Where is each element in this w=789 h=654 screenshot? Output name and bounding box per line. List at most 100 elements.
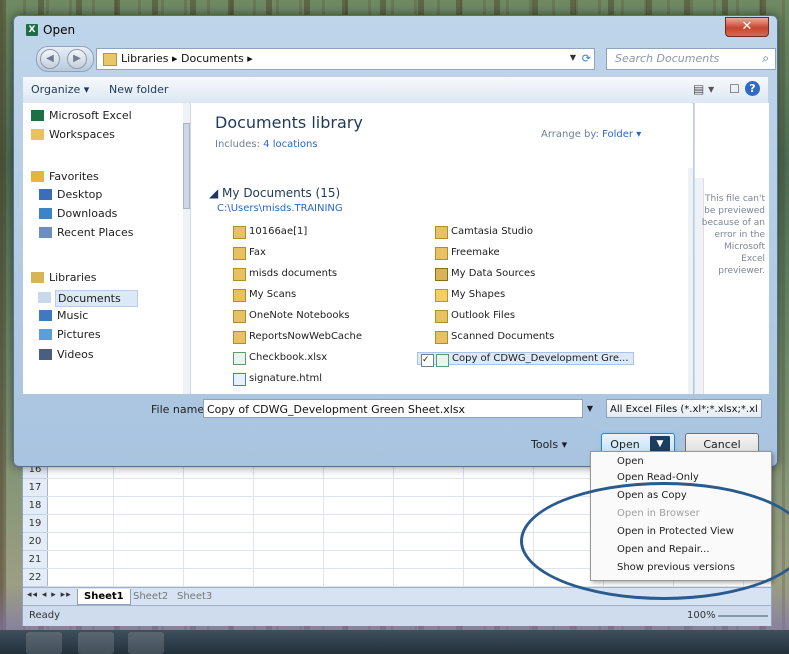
menu-item-open-as-copy[interactable]: Open as Copy bbox=[617, 490, 687, 501]
back-button[interactable]: ◀ bbox=[40, 49, 60, 69]
zoom-slider[interactable] bbox=[718, 615, 768, 617]
row-header[interactable]: 17 bbox=[23, 479, 48, 497]
open-dropdown-icon[interactable]: ▼ bbox=[650, 436, 670, 452]
file-name: My Scans bbox=[249, 289, 297, 300]
grid-line bbox=[113, 457, 114, 587]
help-icon[interactable]: ? bbox=[745, 81, 760, 96]
group-path: C:\Users\misds.TRAINING bbox=[217, 203, 343, 214]
file-item[interactable]: My Data Sources bbox=[435, 268, 535, 281]
file-item-selected[interactable]: ✓ Copy of CDWG_Development Gre... bbox=[417, 352, 634, 367]
nav-scroll-thumb[interactable] bbox=[183, 123, 190, 209]
nav-item-label: Libraries bbox=[49, 271, 97, 284]
row-header[interactable]: 19 bbox=[23, 515, 48, 533]
file-item[interactable]: My Scans bbox=[233, 289, 297, 302]
file-type-filter[interactable]: All Excel Files (*.xl*;*.xlsx;*.xl bbox=[606, 399, 762, 418]
checkbox-icon[interactable]: ✓ bbox=[421, 354, 434, 367]
address-dropdown-icon[interactable]: ▼ bbox=[570, 53, 576, 62]
organize-button[interactable]: Organize ▾ bbox=[31, 83, 89, 96]
file-item[interactable]: misds documents bbox=[233, 268, 338, 281]
views-icon[interactable]: ▤ ▾ bbox=[693, 82, 714, 96]
address-bar[interactable]: Libraries ▸ Documents ▸ ▼ ⟳ bbox=[96, 48, 595, 70]
file-item[interactable]: Freemake bbox=[435, 247, 500, 260]
nav-item-downloads[interactable]: Downloads bbox=[39, 207, 117, 220]
folder-icon bbox=[233, 310, 246, 323]
search-input[interactable]: Search Documents ⌕ bbox=[606, 48, 776, 70]
library-includes: Includes: 4 locations bbox=[215, 139, 318, 150]
search-icon[interactable]: ⌕ bbox=[762, 51, 769, 66]
file-item[interactable]: OneNote Notebooks bbox=[233, 310, 349, 323]
sheet-tab-3[interactable]: Sheet3 bbox=[171, 589, 218, 604]
address-path[interactable]: Libraries ▸ Documents ▸ bbox=[121, 52, 253, 65]
row-header[interactable]: 18 bbox=[23, 497, 48, 515]
group-header[interactable]: ◢ My Documents (15) bbox=[209, 186, 340, 200]
file-item[interactable]: Camtasia Studio bbox=[435, 226, 534, 239]
nav-item-pictures[interactable]: Pictures bbox=[39, 328, 101, 341]
folder-icon bbox=[233, 331, 246, 344]
file-item[interactable]: My Shapes bbox=[435, 289, 505, 302]
file-item[interactable]: signature.html bbox=[233, 373, 322, 386]
grid-line bbox=[183, 457, 184, 587]
downloads-icon bbox=[39, 208, 52, 219]
menu-item-open-read-only[interactable]: Open Read-Only bbox=[617, 472, 699, 483]
file-list-scrollbar[interactable] bbox=[688, 168, 693, 394]
nav-item-label: Pictures bbox=[57, 328, 101, 341]
nav-item-videos[interactable]: Videos bbox=[39, 348, 94, 361]
nav-item-label: Videos bbox=[57, 348, 94, 361]
nav-item-label: Desktop bbox=[57, 188, 103, 201]
file-item[interactable]: Scanned Documents bbox=[435, 331, 554, 344]
menu-item-open[interactable]: Open bbox=[617, 456, 644, 467]
status-ready: Ready bbox=[29, 610, 61, 621]
folder-icon bbox=[233, 268, 246, 281]
file-item[interactable]: ReportsNowWebCache bbox=[233, 331, 362, 344]
row-header[interactable]: 22 bbox=[23, 569, 48, 587]
tools-button[interactable]: Tools ▾ bbox=[531, 438, 567, 451]
row-header[interactable]: 20 bbox=[23, 533, 48, 551]
nav-item-recent-places[interactable]: Recent Places bbox=[39, 226, 134, 239]
menu-item-show-previous-versions[interactable]: Show previous versions bbox=[617, 562, 735, 573]
address-row: ◀ ▶ Libraries ▸ Documents ▸ ▼ ⟳ Search D… bbox=[36, 46, 776, 72]
refresh-icon[interactable]: ⟳ bbox=[582, 52, 591, 65]
taskbar-excel-button[interactable] bbox=[128, 632, 164, 654]
nav-item-favorites[interactable]: Favorites bbox=[31, 170, 99, 183]
nav-item-libraries[interactable]: Libraries bbox=[31, 271, 97, 284]
excel-status-bar: Ready 100% bbox=[23, 605, 771, 626]
folder-icon bbox=[31, 129, 44, 140]
taskbar-explorer-button[interactable] bbox=[26, 632, 62, 654]
forward-button[interactable]: ▶ bbox=[67, 49, 87, 69]
file-item[interactable]: Checkbook.xlsx bbox=[233, 352, 327, 365]
open-button[interactable]: Open bbox=[602, 438, 648, 451]
locations-link[interactable]: 4 locations bbox=[263, 139, 317, 150]
sheet-tab-1[interactable]: Sheet1 bbox=[77, 589, 131, 605]
taskbar-word-button[interactable] bbox=[78, 632, 114, 654]
pictures-icon bbox=[39, 329, 52, 340]
file-name: Camtasia Studio bbox=[451, 226, 534, 237]
sheet-nav-arrows[interactable]: ◂◂ ◂ ▸ ▸▸ bbox=[27, 590, 72, 600]
file-name: misds documents bbox=[249, 268, 338, 279]
menu-item-open-in-protected-view[interactable]: Open in Protected View bbox=[617, 526, 734, 537]
grid-line bbox=[253, 457, 254, 587]
arrange-dropdown[interactable]: Folder ▾ bbox=[602, 129, 641, 140]
file-item[interactable]: Outlook Files bbox=[435, 310, 515, 323]
nav-item-label: Documents bbox=[58, 292, 121, 305]
new-folder-button[interactable]: New folder bbox=[109, 83, 168, 96]
preview-pane-icon[interactable]: ☐ bbox=[729, 82, 740, 96]
menu-item-open-and-repair[interactable]: Open and Repair... bbox=[617, 544, 710, 555]
nav-item-music[interactable]: Music bbox=[39, 309, 88, 322]
sheet-tab-2[interactable]: Sheet2 bbox=[127, 589, 174, 604]
music-icon bbox=[39, 310, 52, 321]
nav-item-microsoft-excel[interactable]: Microsoft Excel bbox=[31, 109, 132, 122]
file-item[interactable]: 10166ae[1] bbox=[233, 226, 307, 239]
file-name-input[interactable]: Copy of CDWG_Development Green Sheet.xls… bbox=[203, 399, 583, 418]
file-name-dropdown-icon[interactable]: ▼ bbox=[583, 399, 597, 418]
shapes-icon bbox=[435, 289, 448, 302]
nav-item-desktop[interactable]: Desktop bbox=[39, 188, 103, 201]
nav-item-workspaces[interactable]: Workspaces bbox=[31, 128, 115, 141]
file-item[interactable]: Fax bbox=[233, 247, 266, 260]
sheet-tab-bar: ◂◂ ◂ ▸ ▸▸ Sheet1 Sheet2 Sheet3 bbox=[23, 587, 771, 606]
folder-icon bbox=[233, 226, 246, 239]
row-header[interactable]: 21 bbox=[23, 551, 48, 569]
close-button[interactable]: ✕ bbox=[725, 17, 769, 37]
back-forward-group: ◀ ▶ bbox=[36, 46, 94, 72]
nav-item-documents[interactable]: Documents bbox=[38, 290, 138, 307]
excel-icon bbox=[31, 110, 44, 121]
